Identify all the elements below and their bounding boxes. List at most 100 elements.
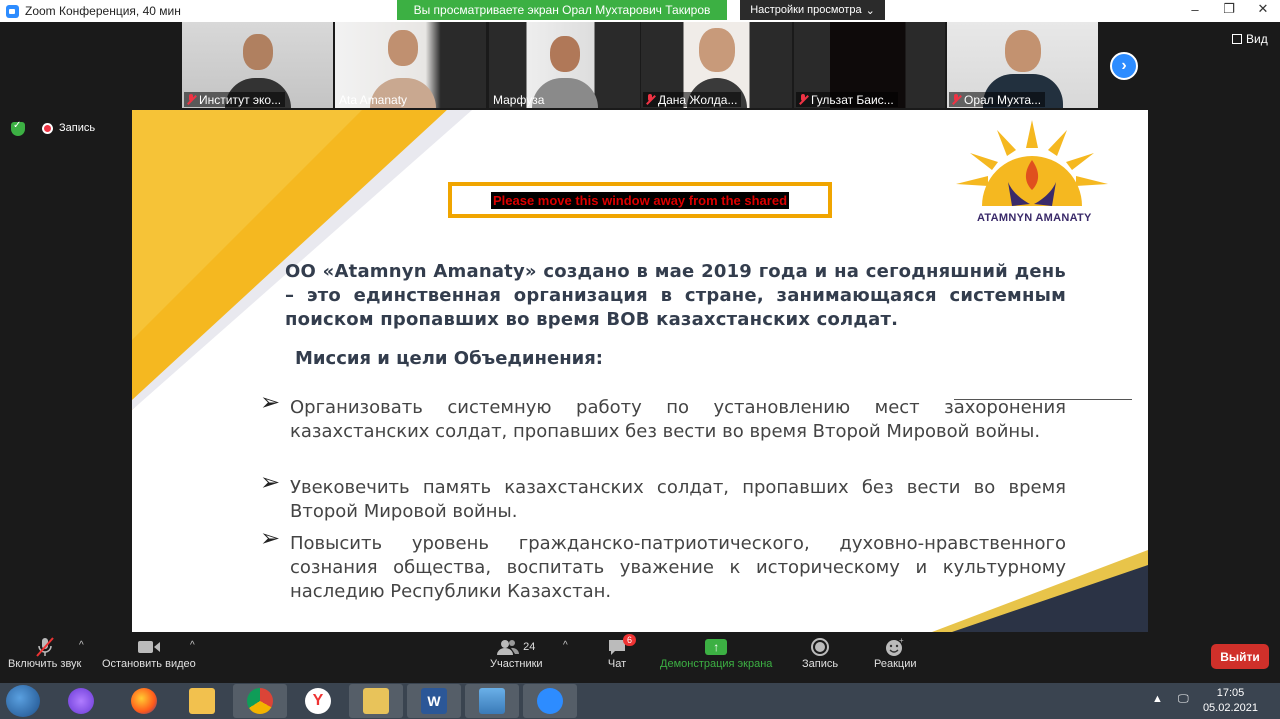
participant-tile[interactable]: Гульзат Баис... — [794, 22, 945, 108]
participant-tile[interactable]: Институт эко... — [182, 22, 333, 108]
audio-options-caret-icon[interactable]: ^ — [79, 640, 84, 651]
taskbar-app-explorer[interactable] — [349, 684, 403, 718]
share-screen-button[interactable]: ↑ Демонстрация экрана — [660, 636, 772, 670]
participant-strip: Институт эко... Ata Amanaty Марфуза Дана… — [0, 22, 1280, 110]
mic-muted-icon — [798, 94, 808, 105]
participant-tile[interactable]: Дана Жолда... — [641, 22, 792, 108]
participant-tile[interactable]: Орал Мухта... — [947, 22, 1098, 108]
share-warning-text: Please move this window away from the sh… — [490, 191, 790, 209]
chat-button[interactable]: 6 Чат — [604, 634, 636, 670]
share-screen-icon: ↑ — [703, 636, 729, 658]
next-page-button[interactable]: › — [1110, 52, 1138, 80]
yandex-browser-icon: Y — [305, 688, 331, 714]
video-camera-icon — [136, 636, 162, 658]
recording-label: Запись — [59, 122, 96, 134]
os-taskbar: Y W ▲ 🖵 17:05 05.02.2021 — [0, 683, 1280, 719]
participant-head — [698, 28, 735, 72]
clock-time: 17:05 — [1216, 687, 1245, 699]
participants-label: Участники — [490, 658, 543, 670]
video-options-caret-icon[interactable]: ^ — [190, 640, 195, 651]
shared-screen: Please move this window away from the sh… — [132, 110, 1148, 632]
network-icon: 🖵 — [1177, 693, 1189, 705]
participant-name-label: Дана Жолда... — [643, 92, 742, 107]
mic-muted-icon — [645, 94, 655, 105]
window-title: Zoom Конференция, 40 мин — [6, 4, 181, 18]
arrow-bullet-icon: ➢ — [260, 388, 281, 416]
unmute-label: Включить звук — [8, 658, 82, 670]
taskbar-app-chrome[interactable] — [233, 684, 287, 718]
chevron-down-icon: ⌄ — [865, 4, 875, 17]
participant-tile[interactable]: Ata Amanaty — [335, 22, 486, 108]
photos-icon — [479, 688, 505, 714]
bullet-item: ➢ Повысить уровень гражданско-патриотиче… — [260, 524, 1066, 602]
share-warning-box: Please move this window away from the sh… — [448, 182, 832, 218]
unmute-button[interactable]: Включить звук — [8, 636, 81, 670]
chat-icon: 6 — [604, 634, 636, 658]
chat-badge: 6 — [622, 634, 636, 646]
taskbar-app-alice[interactable] — [54, 684, 108, 718]
close-button[interactable]: ✕ — [1246, 0, 1280, 18]
share-banner: Вы просматриваете экран Орал Мухтарович … — [397, 0, 727, 20]
smiley-icon: + — [882, 636, 908, 658]
view-settings-dropdown[interactable]: Настройки просмотра ⌄ — [740, 0, 885, 20]
meeting-toolbar: Включить звук ^ Остановить видео ^ 24 Уч… — [0, 632, 1280, 683]
stop-video-label: Остановить видео — [102, 658, 196, 670]
record-dot-icon — [42, 122, 53, 134]
mic-muted-icon — [32, 636, 58, 658]
leave-button[interactable]: Выйти — [1211, 644, 1269, 669]
share-screen-label: Демонстрация экрана — [660, 658, 773, 670]
chevron-up-icon: ▲ — [1152, 693, 1163, 705]
minimize-button[interactable]: – — [1178, 0, 1212, 18]
record-button[interactable]: Запись — [802, 636, 838, 670]
svg-text:+: + — [899, 637, 904, 645]
participant-tile[interactable]: Марфуза — [489, 22, 640, 108]
window-controls: – ❐ ✕ — [1178, 0, 1280, 18]
bullet-item: ➢ Увековечить память казахстанских солда… — [260, 468, 1066, 522]
chevron-right-icon: › — [1121, 57, 1127, 74]
record-icon — [807, 636, 833, 658]
zoom-logo-icon — [6, 4, 19, 18]
record-label: Запись — [802, 658, 839, 670]
chat-label: Чат — [607, 658, 627, 670]
bullet-item: ➢ Организовать системную работу по устан… — [260, 388, 1066, 442]
firefox-icon — [131, 688, 157, 714]
clock[interactable]: 17:05 05.02.2021 — [1203, 686, 1258, 716]
taskbar-app-zoom[interactable] — [523, 684, 577, 718]
participants-button[interactable]: 24 Участники — [490, 636, 543, 670]
view-button[interactable]: Вид — [1232, 32, 1268, 46]
stop-video-button[interactable]: Остановить видео — [102, 636, 196, 670]
participant-head — [387, 30, 418, 66]
alice-icon — [68, 688, 94, 714]
view-button-label: Вид — [1246, 32, 1268, 46]
logo-text: ATAMNYN AMANATY — [977, 212, 1092, 224]
folder-icon — [363, 688, 389, 714]
view-settings-label: Настройки просмотра — [750, 4, 862, 16]
restore-button[interactable]: ❐ — [1212, 0, 1246, 18]
participant-name-label: Институт эко... — [184, 92, 286, 107]
recording-indicator[interactable]: Запись — [42, 122, 95, 134]
participants-icon: 24 — [491, 636, 541, 658]
zoom-icon — [537, 688, 563, 714]
word-icon: W — [421, 688, 447, 714]
reactions-button[interactable]: + Реакции — [874, 636, 917, 670]
chrome-icon — [247, 688, 273, 714]
participant-name-label: Орал Мухта... — [949, 92, 1046, 107]
mail-icon — [189, 688, 215, 714]
mission-heading: Миссия и цели Объединения: — [295, 348, 603, 369]
taskbar-app-word[interactable]: W — [407, 684, 461, 718]
participant-head — [549, 36, 580, 72]
taskbar-app-mail[interactable] — [175, 684, 229, 718]
participants-options-caret-icon[interactable]: ^ — [563, 640, 568, 651]
taskbar-app-photos[interactable] — [465, 684, 519, 718]
grid-icon — [1232, 34, 1242, 44]
shield-icon[interactable] — [11, 120, 25, 136]
clock-date: 05.02.2021 — [1202, 702, 1258, 714]
windows-start-icon[interactable] — [6, 685, 40, 717]
taskbar-app-yandex[interactable]: Y — [291, 684, 345, 718]
participant-name-label: Ata Amanaty — [339, 92, 408, 107]
tray-icons[interactable]: ▲ 🖵 — [1152, 693, 1189, 706]
taskbar-app-firefox[interactable] — [117, 684, 171, 718]
arrow-bullet-icon: ➢ — [260, 468, 281, 496]
participant-name-label: Гульзат Баис... — [796, 92, 898, 107]
reactions-label: Реакции — [874, 658, 917, 670]
